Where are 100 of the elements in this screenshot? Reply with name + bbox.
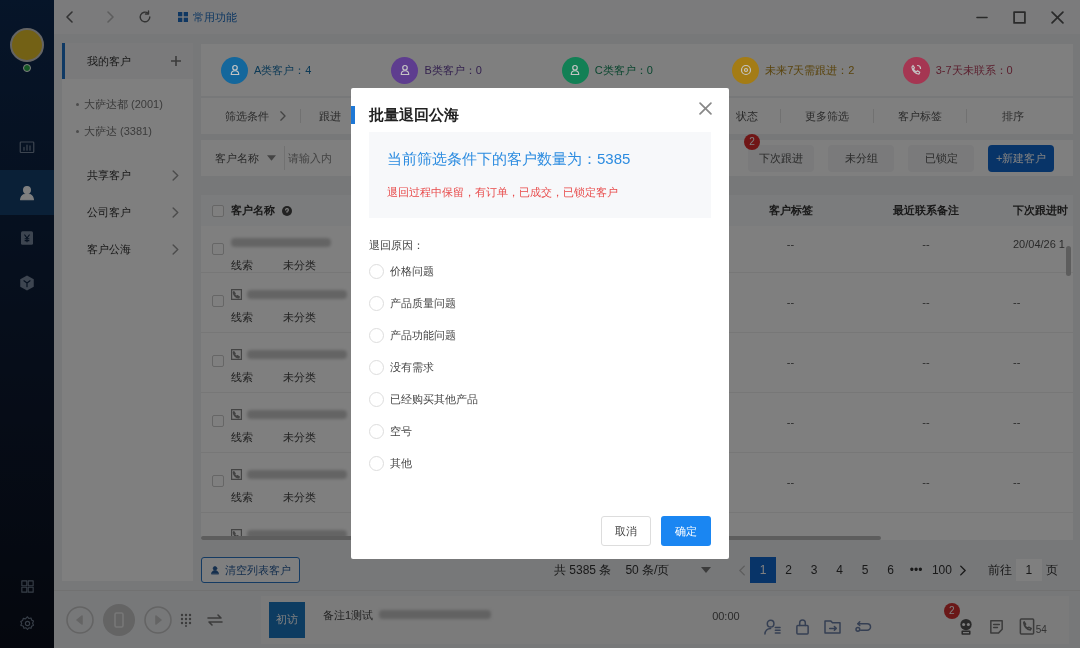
filter-tab[interactable]: 跟进: [319, 107, 341, 125]
reason-option[interactable]: 其他: [369, 454, 729, 473]
panel-item[interactable]: 我的客户: [62, 43, 193, 79]
grid-icon: [178, 12, 188, 22]
maximize-icon[interactable]: [1013, 10, 1026, 24]
filter-tab[interactable]: 客户标签: [874, 107, 966, 125]
column-header: 客户标签: [768, 203, 813, 219]
customer-category: 未分类: [283, 370, 316, 385]
shortcut-label: 常用功能: [193, 9, 237, 25]
settings-icon[interactable]: [18, 615, 36, 632]
action-button[interactable]: 已锁定: [908, 144, 974, 172]
page-button[interactable]: 5: [852, 557, 878, 583]
stat-label[interactable]: C类客户：0: [594, 61, 653, 79]
action-button[interactable]: 未分组: [828, 144, 894, 172]
scrollbar-thumb[interactable]: [1066, 246, 1071, 276]
filter-tab[interactable]: 筛选条件: [201, 107, 286, 125]
phone-icon: [231, 348, 242, 360]
page-size-dropdown[interactable]: 50 条/页: [625, 561, 712, 579]
chevron-right-icon: [171, 170, 179, 181]
panel-item[interactable]: 共享客户: [62, 157, 193, 194]
previous-page-icon[interactable]: [739, 564, 747, 576]
page-input[interactable]: 1: [1015, 559, 1042, 581]
chat-card-icon[interactable]: [987, 618, 1005, 635]
row-checkbox[interactable]: [212, 475, 224, 487]
caret-down-icon: [701, 567, 712, 573]
page-button[interactable]: •••: [903, 557, 929, 583]
field-dropdown[interactable]: 客户名称: [215, 149, 276, 167]
reason-option[interactable]: 产品功能问题: [369, 326, 729, 345]
panel-item[interactable]: 公司客户: [62, 194, 193, 231]
row-checkbox[interactable]: [212, 295, 224, 307]
customer-type: 线索: [231, 430, 253, 445]
swap-icon[interactable]: [207, 612, 223, 627]
shortcut-link[interactable]: 常用功能: [178, 8, 237, 26]
customer-type: 线索: [231, 490, 253, 505]
page-button[interactable]: 3: [801, 557, 827, 583]
back-icon[interactable]: [64, 11, 76, 23]
filter-tab[interactable]: 状态: [730, 107, 780, 125]
row-checkbox[interactable]: [212, 355, 224, 367]
table-cell-text: --: [922, 355, 930, 371]
page-button[interactable]: 1: [750, 557, 776, 583]
filter-tab[interactable]: 排序: [967, 107, 1059, 125]
lock-icon[interactable]: [794, 618, 810, 635]
stat-label[interactable]: 3-7天未联系：0: [935, 61, 1013, 79]
stat-label[interactable]: A类客户：4: [254, 61, 312, 79]
panel-item[interactable]: 大萨达都 (2001): [62, 91, 193, 118]
yen-icon: [18, 228, 36, 247]
reason-option[interactable]: 空号: [369, 422, 729, 441]
total-count: 共 5385 条: [554, 562, 612, 579]
table-cell-text: --: [786, 355, 795, 371]
action-button[interactable]: 下次跟进: [748, 144, 814, 172]
panel-item[interactable]: 客户公海: [62, 231, 193, 268]
reason-option[interactable]: 价格问题: [369, 262, 729, 281]
grid-icon[interactable]: [18, 578, 36, 595]
refresh-icon[interactable]: [138, 10, 152, 24]
stage-tag: 初访: [269, 601, 305, 638]
caret-down-icon: [267, 155, 276, 161]
row-checkbox[interactable]: [212, 415, 224, 427]
column-header: 下次跟进时: [1013, 203, 1068, 219]
row-checkbox[interactable]: [212, 243, 224, 255]
stat-label[interactable]: 未来7天需跟进：2: [765, 61, 855, 79]
close-icon[interactable]: [1051, 10, 1064, 24]
clear-list-button[interactable]: 清空列表客户: [201, 557, 300, 583]
bullet-icon: [76, 130, 79, 133]
person-icon: [18, 183, 36, 202]
reason-option[interactable]: 产品质量问题: [369, 294, 729, 313]
folder-transfer-icon[interactable]: [823, 619, 841, 634]
new-customer-button[interactable]: +新建客户: [988, 144, 1055, 172]
plus-icon[interactable]: [171, 56, 181, 66]
page-button[interactable]: 6: [877, 557, 904, 583]
panel-item[interactable]: 大萨达 (3381): [62, 118, 193, 145]
note-text: 备注1测试: [323, 607, 374, 623]
dialpad-icon[interactable]: [180, 612, 192, 627]
table-cell-text: --: [922, 237, 930, 252]
confirm-button[interactable]: 确定: [661, 516, 711, 546]
call-count: 54: [1035, 625, 1047, 635]
phone-icon: [231, 288, 242, 300]
page-button[interactable]: 100: [928, 557, 955, 583]
customer-category: 未分类: [283, 430, 316, 445]
page-button[interactable]: 4: [826, 557, 853, 583]
page-unit: 页: [1045, 562, 1058, 579]
customer-category: 未分类: [283, 258, 316, 273]
refresh-loop-icon[interactable]: [854, 619, 872, 634]
nav-item[interactable]: [0, 170, 54, 215]
customer-count-text: 当前筛选条件下的客户数量为：5385: [387, 149, 632, 169]
cancel-button[interactable]: 取消: [601, 516, 651, 546]
close-icon[interactable]: [699, 101, 712, 115]
select-all-checkbox[interactable]: [212, 204, 224, 217]
page-button[interactable]: 2: [775, 557, 802, 583]
contact-list-icon[interactable]: [763, 618, 781, 635]
robot-icon[interactable]: [957, 618, 974, 635]
stat-label[interactable]: B类客户：0: [424, 61, 482, 79]
table-cell-text: --: [922, 415, 930, 431]
reason-option[interactable]: 已经购买其他产品: [369, 390, 729, 409]
reason-option[interactable]: 没有需求: [369, 358, 729, 377]
filter-tab[interactable]: 更多筛选: [781, 107, 873, 125]
forward-icon[interactable]: [104, 11, 116, 23]
call-timer: 00:00: [712, 608, 740, 624]
phone-icon[interactable]: [1018, 618, 1035, 635]
next-page-icon[interactable]: [958, 564, 966, 576]
goto-label: 前往: [987, 562, 1012, 579]
